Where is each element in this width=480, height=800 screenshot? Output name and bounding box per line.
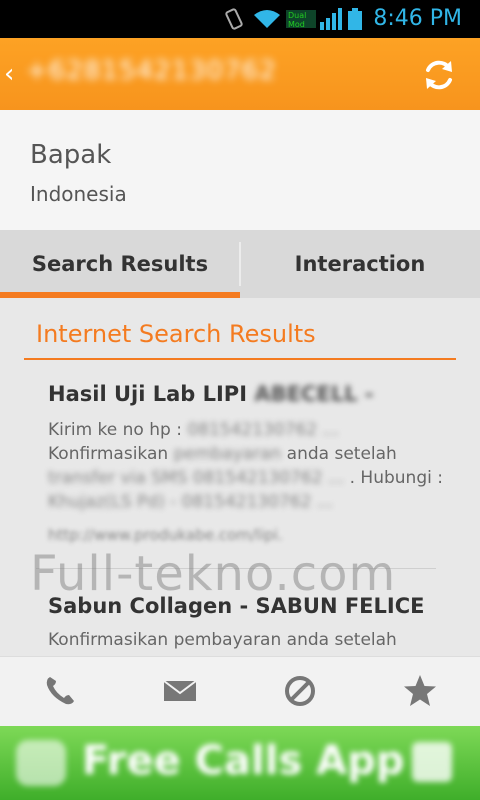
result-url-text: http://www.produkabe.com/lipi. bbox=[48, 526, 283, 544]
contact-name: Bapak bbox=[30, 140, 112, 170]
download-icon bbox=[412, 742, 452, 782]
ad-text: Free Calls App bbox=[82, 738, 405, 784]
ad-content: Free Calls App bbox=[0, 726, 480, 800]
signal-icon bbox=[320, 8, 342, 30]
result-title: Hasil Uji Lab LIPI ABECELL - bbox=[48, 382, 448, 406]
contact-country: Indonesia bbox=[30, 182, 127, 206]
snippet-line: Kirim ke no hp : bbox=[48, 420, 182, 440]
chat-bubble-icon bbox=[16, 740, 66, 786]
contact-info: Bapak Indonesia bbox=[0, 110, 480, 230]
chevron-left-icon[interactable]: ‹ bbox=[4, 60, 22, 88]
result-snippet: Kirim ke no hp : 081542130762 ... Konfir… bbox=[48, 418, 448, 514]
block-icon[interactable] bbox=[282, 673, 318, 709]
snippet-blurred: Khujaz(LS Pd) - 081542130762 ... bbox=[48, 492, 334, 512]
list-item[interactable]: Sabun Collagen - SABUN FELICE Konfirmasi… bbox=[48, 594, 448, 652]
tab-bar: Search Results Interaction bbox=[0, 230, 480, 298]
app-bar: ‹ +6281542130762 bbox=[0, 38, 480, 110]
snippet-blurred: transfer via SMS 081542130762 ... bbox=[48, 468, 345, 488]
snippet-line: Konfirmasikan bbox=[48, 444, 169, 464]
result-snippet: Konfirmasikan pembayaran anda setelah bbox=[48, 630, 397, 650]
result-title: Sabun Collagen - SABUN FELICE bbox=[48, 594, 425, 618]
star-icon[interactable] bbox=[402, 673, 438, 709]
clock: 8:46 PM bbox=[373, 6, 462, 31]
svg-text:Mod: Mod bbox=[288, 20, 305, 29]
result-title-blurred: ABECELL - bbox=[254, 382, 374, 406]
vibrate-icon bbox=[225, 8, 243, 30]
section-divider bbox=[24, 358, 456, 360]
wifi-icon bbox=[254, 10, 280, 28]
section-title: Internet Search Results bbox=[36, 320, 316, 348]
ad-banner[interactable]: Free Calls App bbox=[0, 726, 480, 800]
result-url[interactable]: http://www.produkabe.com/lipi. bbox=[48, 526, 448, 544]
search-results-panel[interactable]: Internet Search Results Hasil Uji Lab LI… bbox=[0, 298, 480, 656]
tab-search-results[interactable]: Search Results bbox=[0, 230, 240, 298]
status-bar: Dual Mod 8:46 PM bbox=[0, 0, 480, 38]
snippet-blurred: 081542130762 ... bbox=[187, 420, 339, 440]
phone-number-title: +6281542130762 bbox=[26, 56, 277, 86]
envelope-icon[interactable] bbox=[162, 673, 198, 709]
snippet-blurred: pembayaran bbox=[173, 444, 282, 464]
result-title-text: Hasil Uji Lab LIPI bbox=[48, 382, 248, 406]
data-icon: Dual Mod bbox=[286, 10, 316, 29]
tab-interaction[interactable]: Interaction bbox=[240, 230, 480, 298]
snippet-line: . Hubungi : bbox=[349, 468, 443, 488]
svg-text:Dual: Dual bbox=[288, 11, 306, 20]
battery-icon bbox=[348, 8, 362, 30]
list-item[interactable]: Hasil Uji Lab LIPI ABECELL - Kirim ke no… bbox=[48, 382, 448, 544]
snippet-line: anda setelah bbox=[286, 444, 397, 464]
phone-icon[interactable] bbox=[42, 673, 78, 709]
action-toolbar bbox=[0, 656, 480, 727]
refresh-icon[interactable] bbox=[422, 58, 456, 92]
